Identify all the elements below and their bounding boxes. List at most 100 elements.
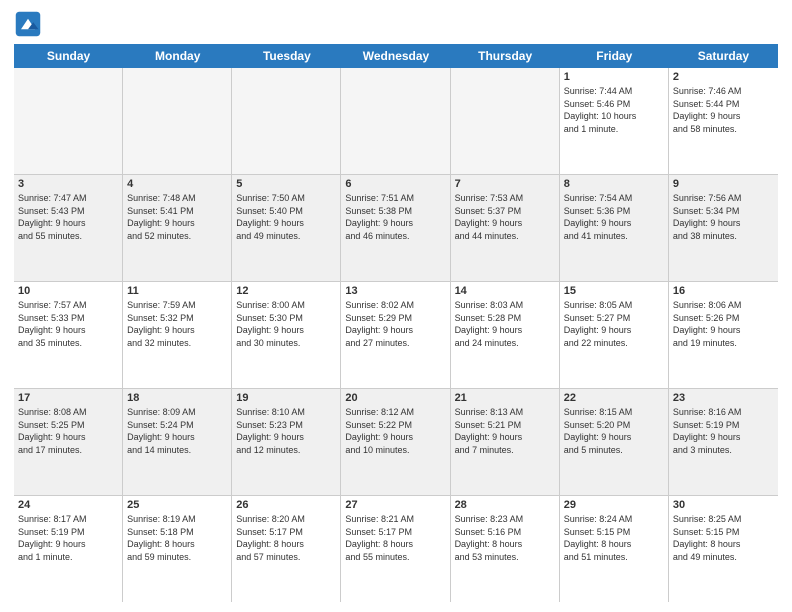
day-number: 12 [236,285,336,297]
cal-cell: 3 Sunrise: 7:47 AM Sunset: 5:43 PM Daylig… [14,175,123,281]
cell-info: Sunrise: 8:12 AM Sunset: 5:22 PM Dayligh… [345,406,445,456]
cal-row-2: 10Sunrise: 7:57 AM Sunset: 5:33 PM Dayli… [14,282,778,389]
cal-cell: 23 Sunrise: 8:16 AM Sunset: 5:19 PM Dayli… [669,389,778,495]
day-number: 26 [236,499,336,511]
day-number: 29 [564,499,664,511]
cell-info: Sunrise: 8:05 AM Sunset: 5:27 PM Dayligh… [564,299,664,349]
day-number: 2 [673,71,774,83]
header-day-monday: Monday [123,44,232,68]
cell-info: Sunrise: 8:03 AM Sunset: 5:28 PM Dayligh… [455,299,555,349]
cell-info: Sunrise: 7:46 AM Sunset: 5:44 PM Dayligh… [673,85,774,135]
cell-info: Sunrise: 7:56 AM Sunset: 5:34 PM Dayligh… [673,192,774,242]
day-number: 8 [564,178,664,190]
cal-cell: 26Sunrise: 8:20 AM Sunset: 5:17 PM Dayli… [232,496,341,602]
cal-cell: 14 Sunrise: 8:03 AM Sunset: 5:28 PM Dayli… [451,282,560,388]
cell-info: Sunrise: 8:17 AM Sunset: 5:19 PM Dayligh… [18,513,118,563]
cell-info: Sunrise: 7:44 AM Sunset: 5:46 PM Dayligh… [564,85,664,135]
day-number: 21 [455,392,555,404]
cal-cell [451,68,560,174]
cell-info: Sunrise: 7:59 AM Sunset: 5:32 PM Dayligh… [127,299,227,349]
cal-row-3: 17Sunrise: 8:08 AM Sunset: 5:25 PM Dayli… [14,389,778,496]
header-day-thursday: Thursday [451,44,560,68]
header-day-saturday: Saturday [669,44,778,68]
day-number: 1 [564,71,664,83]
cal-row-4: 24 Sunrise: 8:17 AM Sunset: 5:19 PM Dayli… [14,496,778,602]
day-number: 28 [455,499,555,511]
cal-cell [14,68,123,174]
cal-cell: 22 Sunrise: 8:15 AM Sunset: 5:20 PM Dayli… [560,389,669,495]
day-number: 18 [127,392,227,404]
header-day-sunday: Sunday [14,44,123,68]
logo [14,10,46,38]
cal-cell: 1 Sunrise: 7:44 AM Sunset: 5:46 PM Daylig… [560,68,669,174]
cal-row-1: 3 Sunrise: 7:47 AM Sunset: 5:43 PM Daylig… [14,175,778,282]
cal-cell: 7 Sunrise: 7:53 AM Sunset: 5:37 PM Daylig… [451,175,560,281]
cell-info: Sunrise: 8:00 AM Sunset: 5:30 PM Dayligh… [236,299,336,349]
cal-cell: 13Sunrise: 8:02 AM Sunset: 5:29 PM Dayli… [341,282,450,388]
cell-info: Sunrise: 7:48 AM Sunset: 5:41 PM Dayligh… [127,192,227,242]
header-day-friday: Friday [560,44,669,68]
cal-cell: 4 Sunrise: 7:48 AM Sunset: 5:41 PM Daylig… [123,175,232,281]
day-number: 23 [673,392,774,404]
day-number: 22 [564,392,664,404]
day-number: 10 [18,285,118,297]
cal-cell: 29 Sunrise: 8:24 AM Sunset: 5:15 PM Dayli… [560,496,669,602]
day-number: 16 [673,285,774,297]
cal-cell: 12 Sunrise: 8:00 AM Sunset: 5:30 PM Dayli… [232,282,341,388]
cell-info: Sunrise: 7:47 AM Sunset: 5:43 PM Dayligh… [18,192,118,242]
cal-cell: 25Sunrise: 8:19 AM Sunset: 5:18 PM Dayli… [123,496,232,602]
cal-cell: 18 Sunrise: 8:09 AM Sunset: 5:24 PM Dayli… [123,389,232,495]
cell-info: Sunrise: 8:25 AM Sunset: 5:15 PM Dayligh… [673,513,774,563]
cal-cell: 20 Sunrise: 8:12 AM Sunset: 5:22 PM Dayli… [341,389,450,495]
header [14,10,778,38]
cal-cell: 17Sunrise: 8:08 AM Sunset: 5:25 PM Dayli… [14,389,123,495]
cell-info: Sunrise: 8:13 AM Sunset: 5:21 PM Dayligh… [455,406,555,456]
cal-cell: 10Sunrise: 7:57 AM Sunset: 5:33 PM Dayli… [14,282,123,388]
cal-cell: 27Sunrise: 8:21 AM Sunset: 5:17 PM Dayli… [341,496,450,602]
calendar: SundayMondayTuesdayWednesdayThursdayFrid… [14,44,778,602]
cal-cell: 28 Sunrise: 8:23 AM Sunset: 5:16 PM Dayli… [451,496,560,602]
day-number: 24 [18,499,118,511]
day-number: 4 [127,178,227,190]
cell-info: Sunrise: 8:09 AM Sunset: 5:24 PM Dayligh… [127,406,227,456]
cal-cell: 15Sunrise: 8:05 AM Sunset: 5:27 PM Dayli… [560,282,669,388]
cell-info: Sunrise: 8:24 AM Sunset: 5:15 PM Dayligh… [564,513,664,563]
cell-info: Sunrise: 8:21 AM Sunset: 5:17 PM Dayligh… [345,513,445,563]
cal-cell [232,68,341,174]
day-number: 11 [127,285,227,297]
day-number: 17 [18,392,118,404]
cal-cell: 19 Sunrise: 8:10 AM Sunset: 5:23 PM Dayli… [232,389,341,495]
cal-cell: 9 Sunrise: 7:56 AM Sunset: 5:34 PM Daylig… [669,175,778,281]
cal-cell: 8Sunrise: 7:54 AM Sunset: 5:36 PM Daylig… [560,175,669,281]
cell-info: Sunrise: 8:15 AM Sunset: 5:20 PM Dayligh… [564,406,664,456]
cell-info: Sunrise: 8:06 AM Sunset: 5:26 PM Dayligh… [673,299,774,349]
day-number: 14 [455,285,555,297]
cal-cell: 2 Sunrise: 7:46 AM Sunset: 5:44 PM Daylig… [669,68,778,174]
logo-icon [14,10,42,38]
cal-cell: 24 Sunrise: 8:17 AM Sunset: 5:19 PM Dayli… [14,496,123,602]
day-number: 20 [345,392,445,404]
header-day-tuesday: Tuesday [232,44,341,68]
cal-cell: 6 Sunrise: 7:51 AM Sunset: 5:38 PM Daylig… [341,175,450,281]
cal-cell: 30 Sunrise: 8:25 AM Sunset: 5:15 PM Dayli… [669,496,778,602]
day-number: 7 [455,178,555,190]
cell-info: Sunrise: 8:23 AM Sunset: 5:16 PM Dayligh… [455,513,555,563]
cal-cell: 5Sunrise: 7:50 AM Sunset: 5:40 PM Daylig… [232,175,341,281]
day-number: 13 [345,285,445,297]
cell-info: Sunrise: 8:10 AM Sunset: 5:23 PM Dayligh… [236,406,336,456]
cal-cell [123,68,232,174]
day-number: 3 [18,178,118,190]
day-number: 30 [673,499,774,511]
day-number: 5 [236,178,336,190]
cell-info: Sunrise: 7:51 AM Sunset: 5:38 PM Dayligh… [345,192,445,242]
day-number: 25 [127,499,227,511]
cell-info: Sunrise: 7:53 AM Sunset: 5:37 PM Dayligh… [455,192,555,242]
calendar-header: SundayMondayTuesdayWednesdayThursdayFrid… [14,44,778,68]
cal-cell: 16 Sunrise: 8:06 AM Sunset: 5:26 PM Dayli… [669,282,778,388]
header-day-wednesday: Wednesday [341,44,450,68]
cell-info: Sunrise: 8:16 AM Sunset: 5:19 PM Dayligh… [673,406,774,456]
day-number: 19 [236,392,336,404]
calendar-body: 1 Sunrise: 7:44 AM Sunset: 5:46 PM Daylig… [14,68,778,602]
day-number: 9 [673,178,774,190]
day-number: 6 [345,178,445,190]
